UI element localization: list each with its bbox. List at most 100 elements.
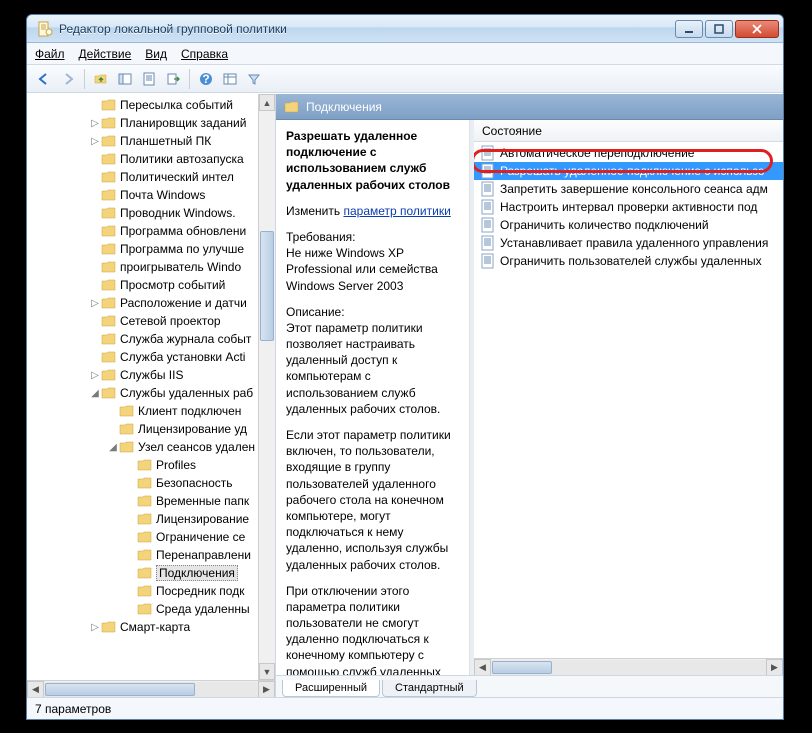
menu-view[interactable]: Вид [145, 47, 167, 61]
right-header: Подключения [276, 94, 783, 120]
expand-icon[interactable]: ▷ [89, 622, 101, 633]
tree-item[interactable]: Проводник Windows. [27, 204, 275, 222]
tree-item[interactable]: Лицензирование уд [27, 420, 275, 438]
all-settings-button[interactable] [219, 68, 241, 90]
policy-item-label: Автоматическое переподключение [500, 146, 694, 160]
tree-item[interactable]: Служба установки Acti [27, 348, 275, 366]
expand-icon[interactable]: ◢ [89, 388, 101, 399]
menu-action[interactable]: Действие [79, 47, 132, 61]
tree-item[interactable]: ◢ Узел сеансов удален [27, 438, 275, 456]
help-button[interactable]: ? [195, 68, 217, 90]
policy-item[interactable]: Запретить завершение консольного сеанса … [474, 180, 783, 198]
policy-item[interactable]: Автоматическое переподключение [474, 144, 783, 162]
scroll-thumb[interactable] [260, 231, 274, 341]
scroll-up-button[interactable]: ▲ [259, 94, 275, 111]
back-button[interactable] [33, 68, 55, 90]
tree-vscroll[interactable]: ▲ ▼ [258, 94, 275, 680]
policy-item[interactable]: Устанавливает правила удаленного управле… [474, 234, 783, 252]
tab-extended[interactable]: Расширенный [282, 680, 380, 697]
tree-item[interactable]: Пересылка событий [27, 96, 275, 114]
tree-item[interactable]: проигрыватель Windo [27, 258, 275, 276]
close-button[interactable] [735, 20, 779, 38]
expand-icon[interactable]: ▷ [89, 136, 101, 147]
tree-item[interactable]: Клиент подключен [27, 402, 275, 420]
tree-item[interactable]: Profiles [27, 456, 275, 474]
tree-item[interactable]: Лицензирование [27, 510, 275, 528]
expand-icon[interactable]: ◢ [107, 442, 119, 453]
policy-item[interactable]: Ограничить количество подключений [474, 216, 783, 234]
tree-item[interactable]: Подключения [27, 564, 275, 582]
tree-item[interactable]: Временные папк [27, 492, 275, 510]
filter-button[interactable] [243, 68, 265, 90]
list-scroll-thumb[interactable] [492, 661, 552, 674]
tree-item-label: Планировщик заданий [120, 116, 246, 130]
menu-file[interactable]: Файл [35, 47, 65, 61]
tree-pane: Пересылка событий ▷ Планировщик заданий ▷ Пл… [27, 94, 276, 697]
policy-item[interactable]: Разрешать удаленное подключение с исполь… [474, 162, 783, 180]
list-scroll-right[interactable]: ▶ [766, 659, 783, 676]
tree-item[interactable]: Среда удаленны [27, 600, 275, 618]
scroll-thumb-h[interactable] [45, 683, 195, 696]
window-title: Редактор локальной групповой политики [59, 22, 675, 36]
right-header-label: Подключения [306, 100, 382, 114]
up-button[interactable] [90, 68, 112, 90]
tree-item-label: Планшетный ПК [120, 134, 211, 148]
tree-item-label: Узел сеансов удален [138, 440, 255, 454]
tree-item-label: Расположение и датчи [120, 296, 247, 310]
tree-item-label: Среда удаленны [156, 602, 250, 616]
list-hscroll[interactable]: ◀ ▶ [474, 658, 783, 675]
menu-help[interactable]: Справка [181, 47, 228, 61]
scroll-down-button[interactable]: ▼ [259, 663, 275, 680]
policy-item[interactable]: Настроить интервал проверки активности п… [474, 198, 783, 216]
tree-item-label: Политики автозапуска [120, 152, 244, 166]
tree-item[interactable]: ▷Службы IIS [27, 366, 275, 384]
scroll-left-button[interactable]: ◀ [27, 681, 44, 698]
expand-icon[interactable]: ▷ [89, 370, 101, 381]
tree-item-label: Программа по улучше [120, 242, 244, 256]
scroll-right-button[interactable]: ▶ [258, 681, 275, 698]
policy-list[interactable]: Автоматическое переподключение Разрешать … [474, 142, 783, 270]
tree-item[interactable]: Просмотр событий [27, 276, 275, 294]
forward-button[interactable] [57, 68, 79, 90]
tree-item[interactable]: Ограничение се [27, 528, 275, 546]
export-button[interactable] [162, 68, 184, 90]
minimize-button[interactable] [675, 20, 703, 38]
maximize-button[interactable] [705, 20, 733, 38]
tree-item[interactable]: Посредник подк [27, 582, 275, 600]
tree-item[interactable]: Сетевой проектор [27, 312, 275, 330]
list-column-header[interactable]: Состояние [474, 120, 783, 142]
tree-item-label: Временные папк [156, 494, 249, 508]
statusbar: 7 параметров [27, 697, 783, 719]
tree-item-label: Служба установки Acti [120, 350, 245, 364]
policy-title: Разрешать удаленное подключение с исполь… [286, 128, 459, 193]
tab-standard[interactable]: Стандартный [382, 680, 477, 697]
tree-item[interactable]: Политики автозапуска [27, 150, 275, 168]
tree-item[interactable]: Программа обновлени [27, 222, 275, 240]
tree-item[interactable]: ▷ Планшетный ПК [27, 132, 275, 150]
tree-item[interactable]: Почта Windows [27, 186, 275, 204]
edit-policy-link[interactable]: параметр политики [343, 204, 450, 218]
list-scroll-left[interactable]: ◀ [474, 659, 491, 676]
tree-item[interactable]: Политический интел [27, 168, 275, 186]
tree-hscroll[interactable]: ◀ ▶ [27, 680, 275, 697]
tree-item[interactable]: Безопасность [27, 474, 275, 492]
properties-button[interactable] [138, 68, 160, 90]
content-area: Пересылка событий ▷ Планировщик заданий ▷ Пл… [27, 93, 783, 697]
tree-item[interactable]: Программа по улучше [27, 240, 275, 258]
toolbar: ? [27, 65, 783, 93]
list-pane: Состояние Автоматическое переподключение… [474, 120, 783, 675]
show-tree-button[interactable] [114, 68, 136, 90]
tree-item-label: Безопасность [156, 476, 233, 490]
tree-item[interactable]: Служба журнала событ [27, 330, 275, 348]
tree[interactable]: Пересылка событий ▷ Планировщик заданий ▷ Пл… [27, 94, 275, 697]
tree-item[interactable]: Перенаправлени [27, 546, 275, 564]
expand-icon[interactable]: ▷ [89, 298, 101, 309]
expand-icon[interactable]: ▷ [89, 118, 101, 129]
titlebar[interactable]: Редактор локальной групповой политики [27, 15, 783, 43]
policy-item-label: Устанавливает правила удаленного управле… [500, 236, 768, 250]
tree-item[interactable]: ▷ Расположение и датчи [27, 294, 275, 312]
policy-item[interactable]: Ограничить пользователей службы удаленны… [474, 252, 783, 270]
tree-item[interactable]: ▷ Планировщик заданий [27, 114, 275, 132]
tree-item[interactable]: ▷Смарт-карта [27, 618, 275, 636]
tree-item[interactable]: ◢Службы удаленных раб [27, 384, 275, 402]
